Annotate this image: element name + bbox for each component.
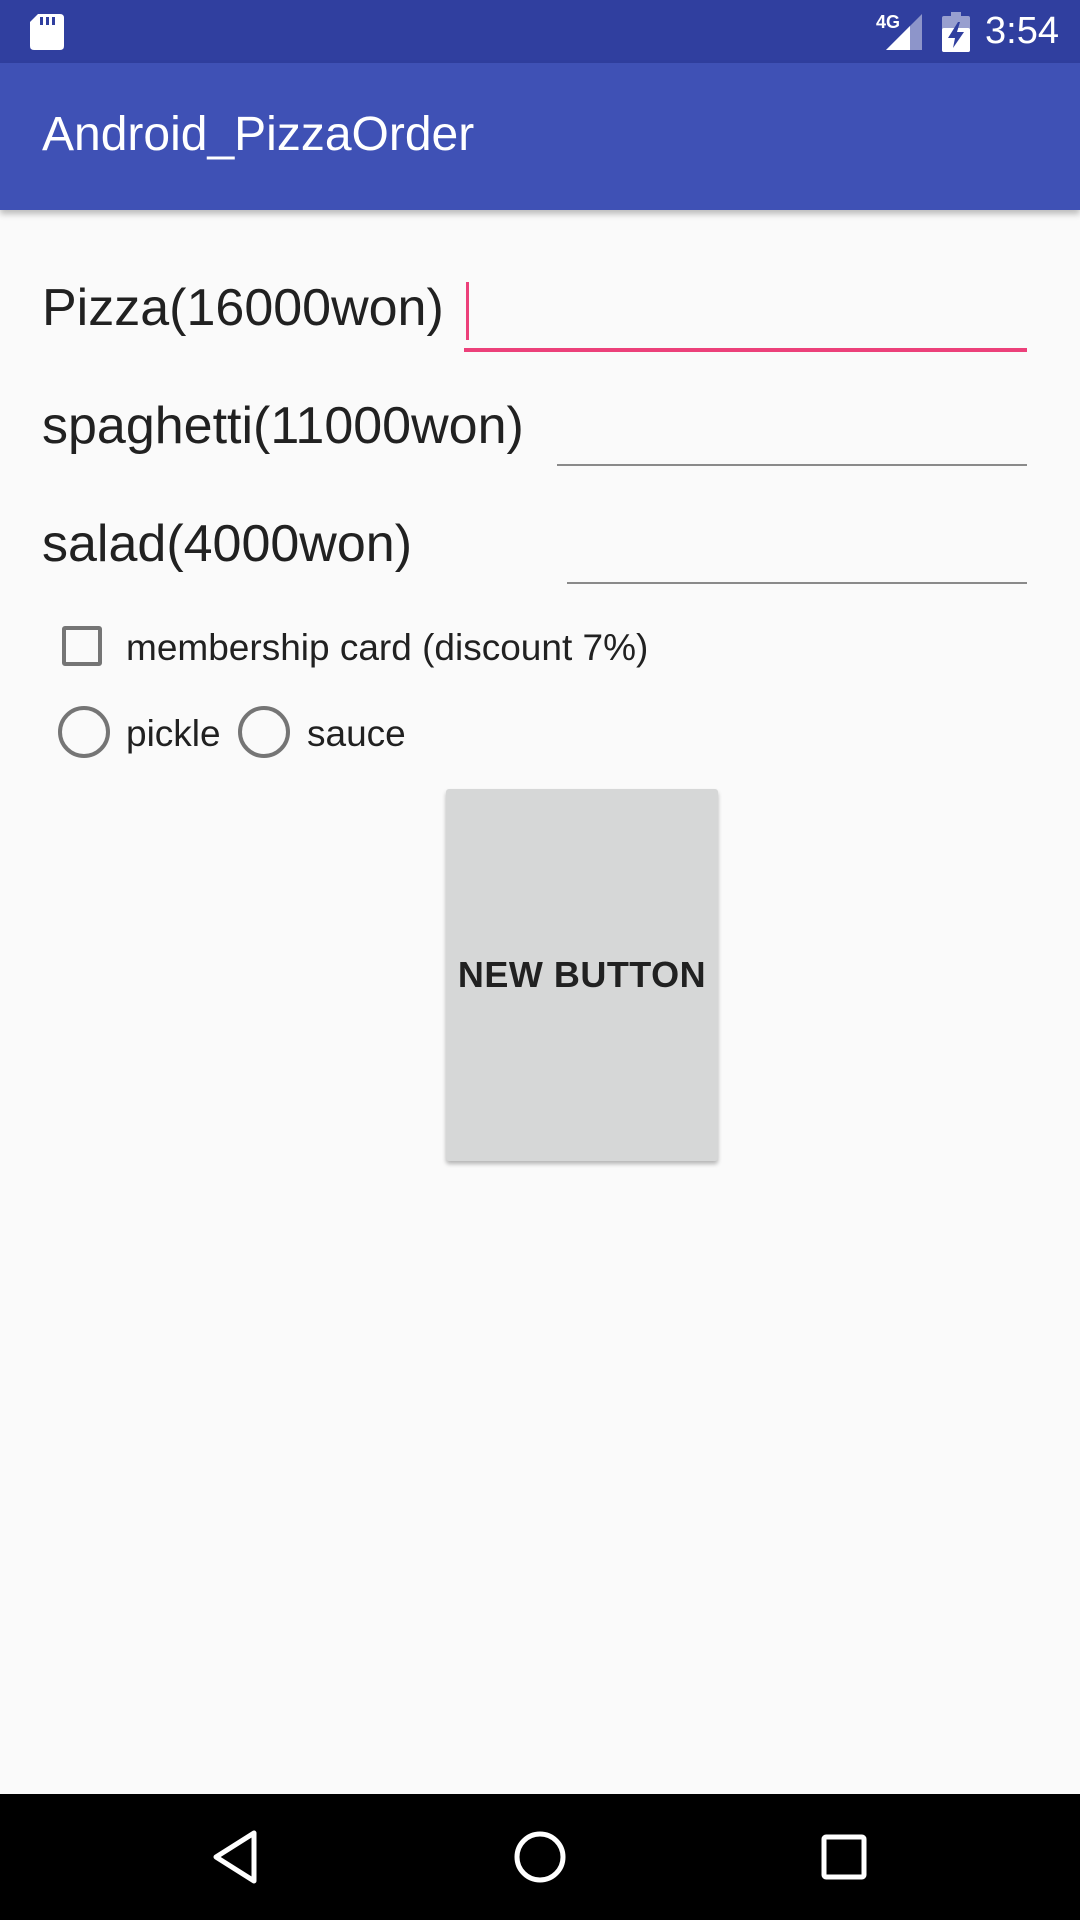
salad-quantity-input[interactable] [567, 518, 1027, 578]
spaghetti-quantity-input[interactable] [557, 400, 1027, 460]
pizza-quantity-input[interactable] [466, 282, 1026, 342]
screen: 4G 3:54 Android_PizzaOrder Pizza(16000wo… [0, 0, 1080, 1920]
battery-charging-icon [942, 12, 970, 52]
sauce-radio-label[interactable]: sauce [307, 713, 406, 755]
back-icon[interactable] [206, 1827, 266, 1887]
sd-card-icon [30, 14, 64, 50]
sauce-radio[interactable] [238, 706, 290, 758]
spaghetti-label: spaghetti(11000won) [42, 397, 524, 455]
new-button[interactable]: NEW BUTTON [446, 789, 718, 1161]
salad-input-underline [567, 582, 1027, 584]
pizza-input-underline [464, 348, 1027, 352]
membership-checkbox[interactable] [62, 626, 102, 666]
navigation-bar [0, 1794, 1080, 1920]
pickle-radio-label[interactable]: pickle [126, 713, 221, 755]
recents-icon[interactable] [814, 1827, 874, 1887]
text-cursor [466, 282, 469, 340]
status-time: 3:54 [985, 10, 1059, 52]
pickle-radio[interactable] [58, 706, 110, 758]
status-bar: 4G 3:54 [0, 0, 1080, 63]
pizza-label: Pizza(16000won) [42, 279, 444, 337]
salad-label: salad(4000won) [42, 515, 413, 573]
home-icon[interactable] [510, 1827, 570, 1887]
app-title: Android_PizzaOrder [42, 108, 475, 161]
membership-checkbox-label[interactable]: membership card (discount 7%) [126, 627, 648, 669]
app-bar: Android_PizzaOrder [0, 63, 1080, 210]
signal-icon [886, 14, 922, 50]
spaghetti-input-underline [557, 464, 1027, 466]
